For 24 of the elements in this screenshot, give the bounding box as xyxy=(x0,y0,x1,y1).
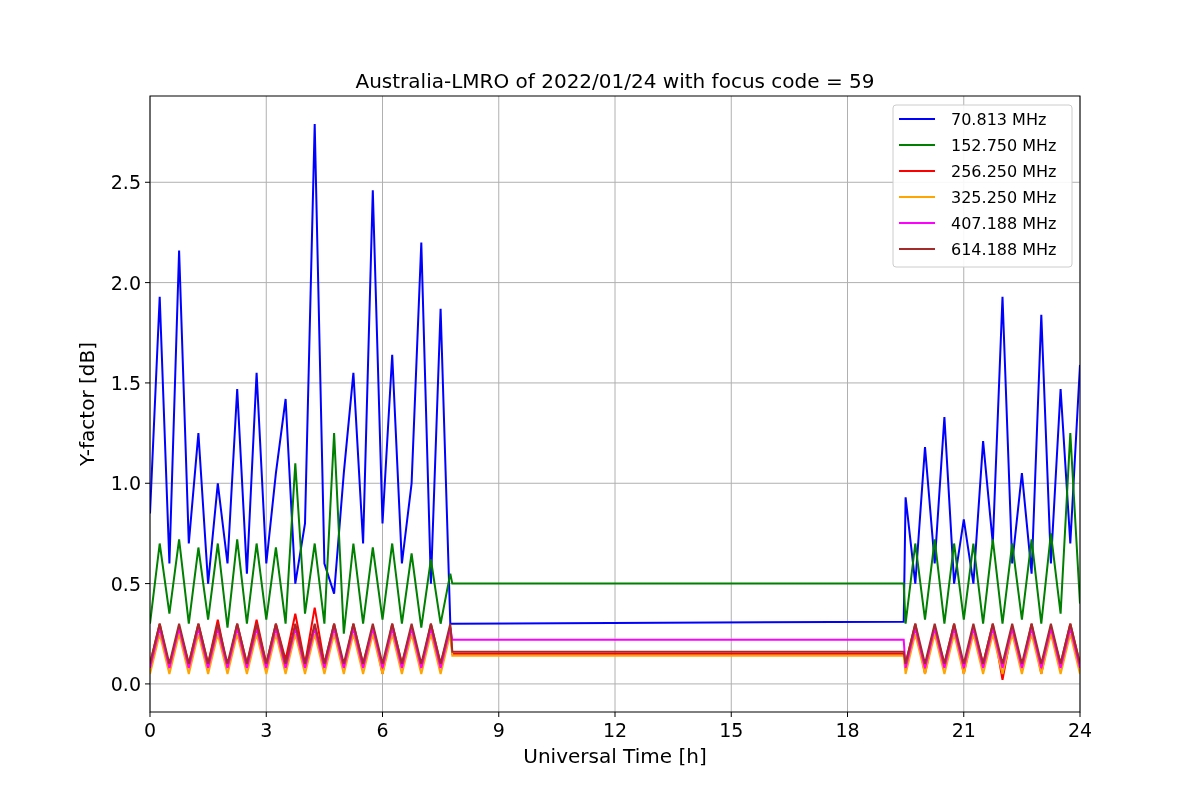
x-tick-label: 12 xyxy=(602,719,628,741)
x-tick-label: 6 xyxy=(376,719,389,741)
y-axis-label: Y-factor [dB] xyxy=(75,342,99,466)
legend-label: 614.188 MHz xyxy=(951,240,1057,259)
chart-title: Australia-LMRO of 2022/01/24 with focus code = 59 xyxy=(355,69,875,93)
x-tick-label: 3 xyxy=(260,719,273,741)
x-tick-label: 0 xyxy=(143,719,157,741)
x-tick-label: 24 xyxy=(1067,719,1093,741)
legend-label: 407.188 MHz xyxy=(951,214,1057,233)
y-tick-label: 0.0 xyxy=(110,672,141,695)
y-tick-label: 0.5 xyxy=(110,572,141,595)
y-tick-label: 2.0 xyxy=(110,271,141,294)
y-tick-label: 2.5 xyxy=(110,171,141,194)
y-tick-label: 1.0 xyxy=(110,472,141,495)
x-tick-label: 9 xyxy=(492,719,505,741)
legend-label: 70.813 MHz xyxy=(951,110,1047,129)
x-tick-label: 15 xyxy=(719,719,744,741)
legend-label: 325.250 MHz xyxy=(951,188,1057,207)
x-tick-label: 18 xyxy=(835,719,860,741)
legend-label: 152.750 MHz xyxy=(951,136,1057,155)
x-tick-label: 21 xyxy=(951,719,976,741)
legend-label: 256.250 MHz xyxy=(951,162,1057,181)
y-tick-label: 1.5 xyxy=(110,371,141,394)
x-axis-label: Universal Time [h] xyxy=(523,744,707,768)
